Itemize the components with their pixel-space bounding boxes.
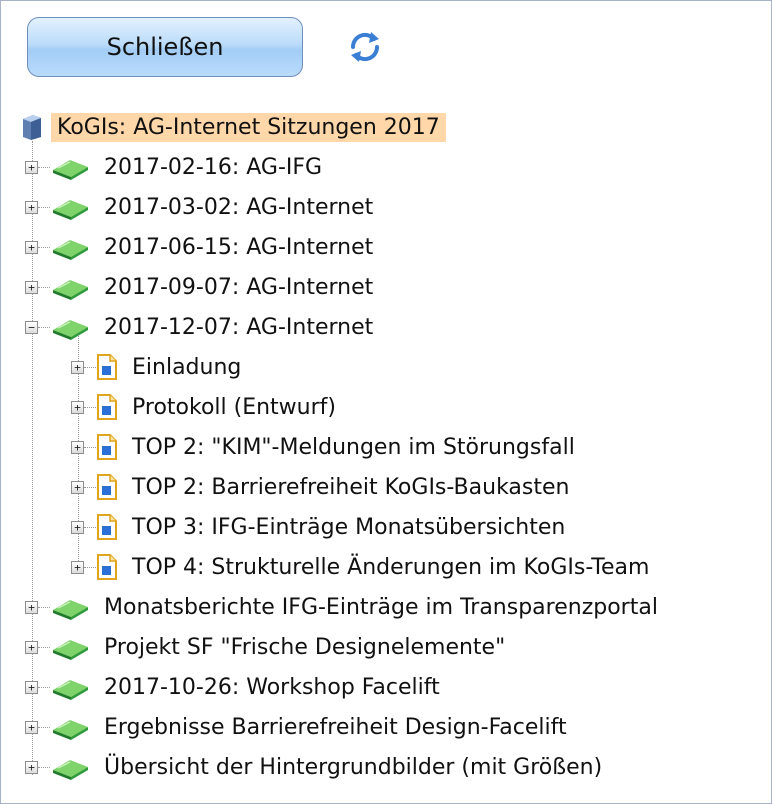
collapse-toggle[interactable]: − [25, 320, 38, 334]
tree-connector [38, 286, 50, 288]
expand-toggle[interactable]: + [25, 720, 38, 734]
tree-connector [38, 646, 50, 648]
tree-document[interactable]: + Protokoll (Entwurf) [71, 387, 342, 427]
tree-folder-label: 2017-10-26: Workshop Facelift [104, 674, 440, 700]
refresh-icon[interactable] [345, 27, 385, 67]
expand-toggle[interactable]: + [25, 200, 38, 214]
document-icon [96, 473, 118, 501]
expand-toggle[interactable]: + [25, 280, 38, 294]
tree-connector [38, 686, 50, 688]
tree-document-label: Einladung [132, 354, 242, 380]
expand-toggle[interactable]: + [71, 480, 84, 494]
green-book-icon [50, 593, 90, 621]
close-button[interactable]: Schließen [27, 17, 303, 77]
document-icon [96, 353, 118, 381]
expand-toggle[interactable]: + [25, 600, 38, 614]
tree-document-label: TOP 2: "KIM"-Meldungen im Störungsfall [132, 434, 575, 460]
tree-folder[interactable]: + Projekt SF "Frische Designelemente" [25, 627, 511, 667]
tree-window: Schließen KoGIs: AG-Internet Sitzungen 2… [0, 0, 772, 804]
tree-folder[interactable]: +2017-09-07: AG-Internet [25, 267, 379, 307]
tree-document[interactable]: + Einladung [71, 347, 247, 387]
green-book-icon [50, 673, 90, 701]
tree-folder-label: 2017-03-02: AG-Internet [104, 194, 374, 220]
tree-folder-label: 2017-02-16: AG-IFG [104, 154, 323, 180]
tree-document-label: Protokoll (Entwurf) [132, 394, 336, 420]
tree-folder-label: Projekt SF "Frische Designelemente" [104, 634, 506, 660]
tree-folder[interactable]: + Monatsberichte IFG-Einträge im Transpar… [25, 587, 664, 627]
green-book-icon [50, 233, 90, 261]
expand-toggle[interactable]: + [71, 560, 84, 574]
document-icon [96, 553, 118, 581]
expand-toggle[interactable]: + [71, 440, 84, 454]
tree-connector [38, 766, 50, 768]
tree-connector [38, 606, 50, 608]
tree-connector [84, 566, 96, 568]
tree-folder[interactable]: + Ergebnisse Barrierefreiheit Design-Face… [25, 707, 573, 747]
expand-toggle[interactable]: + [25, 640, 38, 654]
tree-document-label: TOP 4: Strukturelle Änderungen im KoGIs-… [132, 554, 650, 580]
tree-root-label: KoGIs: AG-Internet Sitzungen 2017 [51, 112, 446, 142]
expand-toggle[interactable]: + [71, 360, 84, 374]
tree-folder-label: 2017-12-07: AG-Internet [104, 314, 374, 340]
tree-folder[interactable]: + Übersicht der Hintergrundbilder (mit Gr… [25, 747, 608, 787]
document-icon [96, 433, 118, 461]
expand-toggle[interactable]: + [25, 680, 38, 694]
tree-connector [84, 486, 96, 488]
tree-connector [38, 246, 50, 248]
tree-connector [38, 166, 50, 168]
tree-folder-label: Ergebnisse Barrierefreiheit Design-Facel… [104, 714, 567, 740]
tree-folder-label: 2017-06-15: AG-Internet [104, 234, 374, 260]
document-tree: KoGIs: AG-Internet Sitzungen 2017 +2017-… [1, 101, 771, 801]
expand-toggle[interactable]: + [25, 240, 38, 254]
tree-folder-label: 2017-09-07: AG-Internet [104, 274, 374, 300]
expand-toggle[interactable]: + [25, 160, 38, 174]
green-book-icon [50, 273, 90, 301]
green-book-icon [50, 313, 90, 341]
tree-document[interactable]: + TOP 4: Strukturelle Änderungen im KoGIs… [71, 547, 655, 587]
tree-folder[interactable]: +2017-02-16: AG-IFG [25, 147, 328, 187]
tree-connector [38, 206, 50, 208]
expand-toggle[interactable]: + [71, 400, 84, 414]
database-icon [19, 113, 43, 141]
tree-folder-label: Übersicht der Hintergrundbilder (mit Grö… [104, 754, 603, 780]
document-icon [96, 513, 118, 541]
document-icon [96, 393, 118, 421]
tree-folder-open[interactable]: − 2017-12-07: AG-Internet [25, 307, 379, 347]
tree-document[interactable]: + TOP 2: Barrierefreiheit KoGIs-Baukasten [71, 467, 575, 507]
tree-document-label: TOP 2: Barrierefreiheit KoGIs-Baukasten [132, 474, 570, 500]
green-book-icon [50, 153, 90, 181]
expand-toggle[interactable]: + [71, 520, 84, 534]
tree-folder[interactable]: +2017-10-26: Workshop Facelift [25, 667, 446, 707]
green-book-icon [50, 193, 90, 221]
toolbar: Schließen [1, 1, 771, 91]
tree-document[interactable]: + TOP 2: "KIM"-Meldungen im Störungsfall [71, 427, 581, 467]
tree-connector [38, 326, 50, 328]
green-book-icon [50, 713, 90, 741]
tree-connector [38, 726, 50, 728]
tree-root[interactable]: KoGIs: AG-Internet Sitzungen 2017 [19, 107, 446, 147]
tree-document-label: TOP 3: IFG-Einträge Monatsübersichten [132, 514, 566, 540]
tree-document[interactable]: + TOP 3: IFG-Einträge Monatsübersichten [71, 507, 571, 547]
green-book-icon [50, 633, 90, 661]
tree-connector [84, 446, 96, 448]
green-book-icon [50, 753, 90, 781]
tree-folder-label: Monatsberichte IFG-Einträge im Transpare… [104, 594, 658, 620]
tree-connector [84, 366, 96, 368]
tree-connector [84, 526, 96, 528]
tree-folder[interactable]: +2017-06-15: AG-Internet [25, 227, 379, 267]
tree-folder[interactable]: +2017-03-02: AG-Internet [25, 187, 379, 227]
tree-connector [84, 406, 96, 408]
expand-toggle[interactable]: + [25, 760, 38, 774]
